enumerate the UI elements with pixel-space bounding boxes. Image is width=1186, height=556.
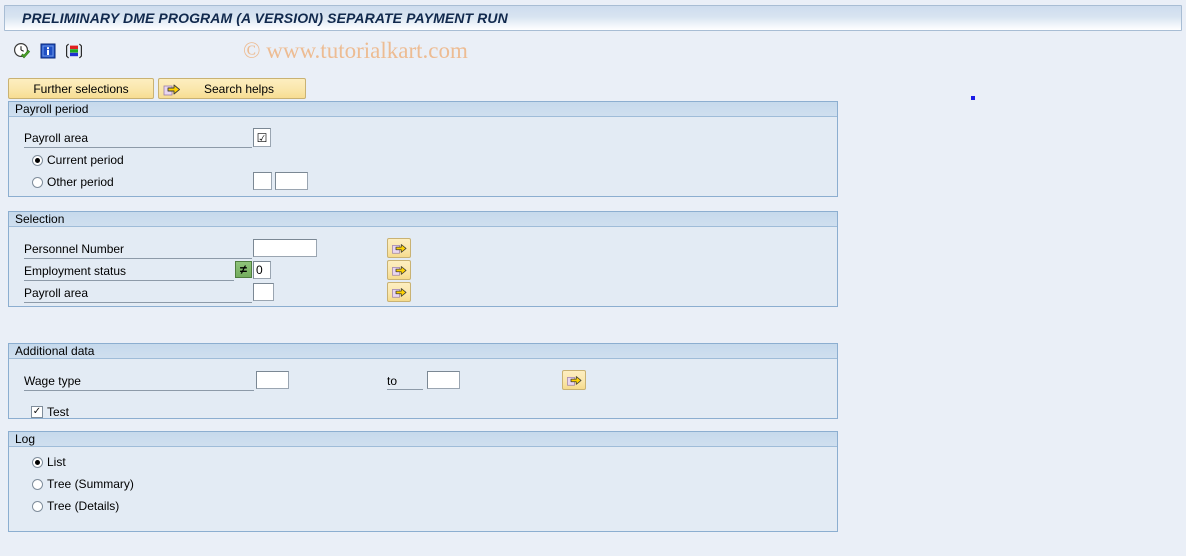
test-checkbox-row[interactable]: ✓ Test (31, 405, 69, 419)
payroll-period-title: Payroll period (15, 102, 89, 116)
log-header: Log (9, 432, 837, 447)
application-toolbar (0, 36, 1186, 66)
payroll-area-label: Payroll area (24, 131, 252, 148)
current-period-label: Current period (47, 153, 124, 167)
additional-data-header: Additional data (9, 344, 837, 359)
further-selections-label: Further selections (33, 81, 129, 96)
other-period-input-1[interactable] (253, 172, 272, 190)
current-period-radio[interactable]: Current period (32, 154, 124, 167)
selection-payroll-area-label: Payroll area (24, 286, 252, 303)
selection-body: Personnel Number Employment status ≠ 0 P… (9, 227, 837, 305)
page-title: PRELIMINARY DME PROGRAM (A VERSION) SEPA… (22, 10, 508, 26)
additional-data-body: Wage type to ✓ Test (9, 359, 837, 419)
search-helps-label: Search helps (203, 81, 275, 96)
multi-selection-icon (391, 266, 406, 276)
watermark: © www.tutorialkart.com (243, 38, 468, 63)
other-period-label: Other period (47, 175, 114, 189)
log-option-tree-details[interactable]: Tree (Details) (32, 500, 119, 513)
search-helps-button[interactable]: Search helps (158, 78, 306, 99)
personnel-number-label: Personnel Number (24, 242, 252, 259)
selection-payroll-area-multi-selection-button[interactable] (387, 282, 411, 302)
additional-data-panel: Additional data Wage type to ✓ Test (8, 343, 838, 419)
other-period-radio-dot (32, 177, 43, 188)
color-bars-icon[interactable] (63, 41, 84, 61)
log-body: List Tree (Summary) Tree (Details) (9, 447, 837, 530)
selection-header: Selection (9, 212, 837, 227)
further-selections-button[interactable]: Further selections (8, 78, 154, 99)
personnel-number-input[interactable] (253, 239, 317, 257)
selection-marker-dot (971, 96, 975, 100)
clock-check-icon[interactable] (11, 41, 32, 61)
personnel-number-multi-selection-button[interactable] (387, 238, 411, 258)
log-option-list[interactable]: List (32, 456, 66, 469)
test-label: Test (47, 405, 70, 419)
wage-type-to-input[interactable] (427, 371, 460, 389)
log-option-tree-summary[interactable]: Tree (Summary) (32, 478, 134, 491)
current-period-radio-dot (32, 155, 43, 166)
log-option-tree-details-label: Tree (Details) (47, 499, 120, 513)
multi-selection-icon (566, 376, 581, 386)
payroll-period-body: Payroll area ☑ Current period Other peri… (9, 117, 837, 195)
selection-buttons-row: Further selections Search helps (8, 78, 306, 99)
employment-status-operator-button[interactable]: ≠ (235, 261, 252, 278)
other-period-radio[interactable]: Other period (32, 176, 114, 189)
selection-payroll-area-input[interactable] (253, 283, 274, 301)
wage-type-to-label: to (387, 374, 423, 390)
wage-type-label: Wage type (24, 374, 254, 391)
selection-title: Selection (15, 212, 65, 226)
wage-type-from-input[interactable] (256, 371, 289, 389)
information-icon[interactable] (37, 41, 58, 61)
window-title-bar: PRELIMINARY DME PROGRAM (A VERSION) SEPA… (4, 5, 1182, 31)
multi-selection-icon (391, 244, 406, 254)
multi-selection-icon (391, 288, 406, 298)
employment-status-multi-selection-button[interactable] (387, 260, 411, 280)
payroll-period-header: Payroll period (9, 102, 837, 117)
additional-data-title: Additional data (15, 344, 95, 358)
log-option-tree-summary-label: Tree (Summary) (47, 477, 134, 491)
other-period-input-2[interactable] (275, 172, 308, 190)
log-panel: Log List Tree (Summary) Tree (Details) (8, 431, 838, 532)
arrow-right-icon (163, 81, 181, 97)
log-option-list-label: List (47, 455, 66, 469)
employment-status-input[interactable]: 0 (253, 261, 271, 279)
selection-panel: Selection Personnel Number Employment st… (8, 211, 838, 307)
log-title: Log (15, 432, 36, 446)
test-checkbox: ✓ (31, 406, 43, 418)
payroll-period-panel: Payroll period Payroll area ☑ Current pe… (8, 101, 838, 197)
log-option-list-dot (32, 457, 43, 468)
log-option-tree-details-dot (32, 501, 43, 512)
employment-status-label: Employment status (24, 264, 234, 281)
log-option-tree-summary-dot (32, 479, 43, 490)
payroll-area-input[interactable]: ☑ (253, 128, 271, 147)
wage-type-multi-selection-button[interactable] (562, 370, 586, 390)
